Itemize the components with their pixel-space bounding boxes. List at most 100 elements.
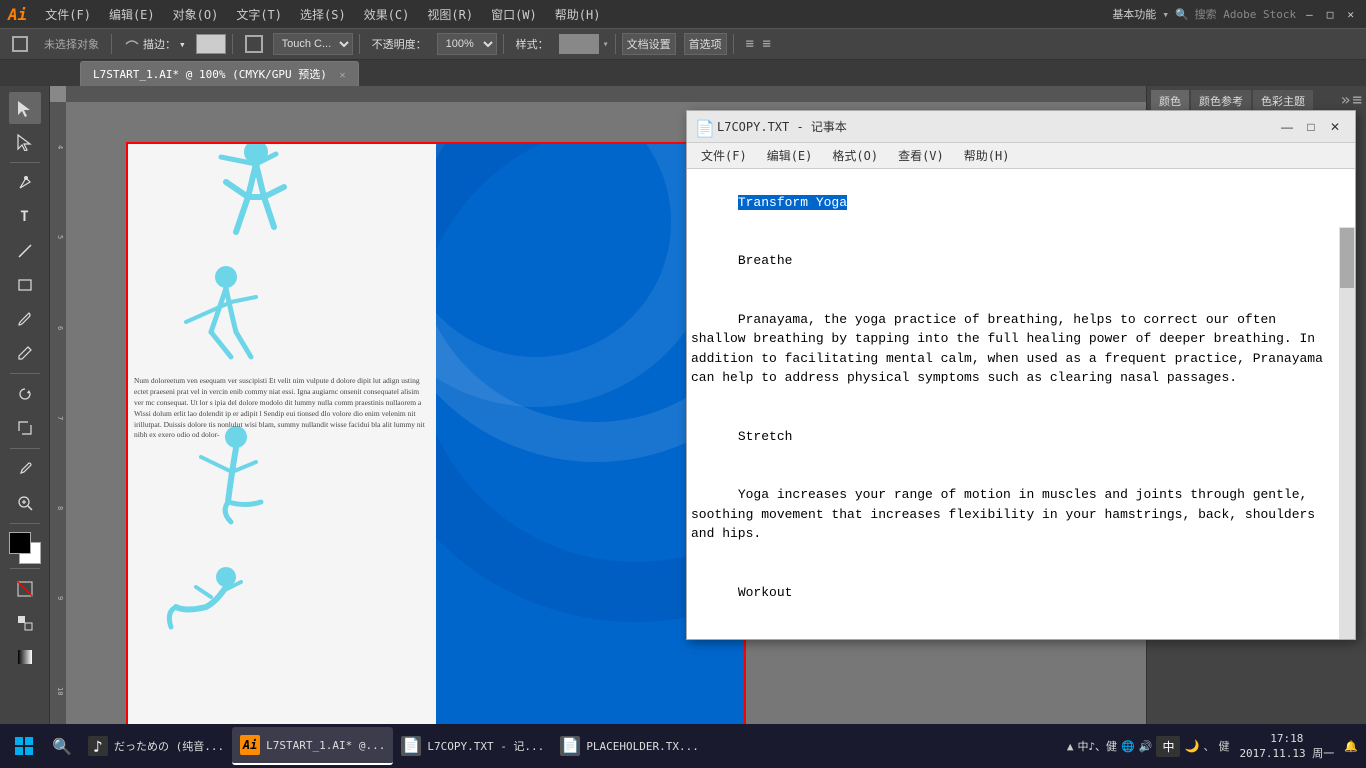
ruler-left-label: 4 [50,143,66,151]
minimize-icon[interactable]: — [1302,8,1317,21]
style-label: 样式： [510,34,555,54]
brush-tool[interactable] [9,303,41,335]
taskbar-app-notepad2[interactable]: 📄 PLACEHOLDER.TX... [552,727,707,765]
notepad-menu-view[interactable]: 查看(V) [888,145,954,166]
taskbar-app-music[interactable]: ♪ だっための (纯音... [80,727,232,765]
notepad-heading3: Workout [738,585,793,600]
notepad-menu-edit[interactable]: 编辑(E) [757,145,823,166]
selection-tool-indicator [6,34,34,54]
taskbar-app-notepad1[interactable]: 📄 L7COPY.TXT - 记... [393,727,552,765]
eyedropper-tool[interactable] [9,453,41,485]
close-icon[interactable]: ✕ [1343,8,1358,21]
pencil-icon [16,344,34,362]
rotate-icon [16,385,34,403]
taskbar-app-illustrator-label: L7START_1.AI* @... [266,739,385,752]
gradient-icon [16,648,34,666]
ruler-left-label6: 9 [50,594,66,602]
notepad2-app-icon: 📄 [560,736,580,756]
menu-icon[interactable]: ≡ [1352,90,1362,112]
stroke-style-indicator[interactable] [239,33,269,55]
notepad-close-btn[interactable]: ✕ [1323,115,1347,139]
search-icon[interactable]: 🔍 [1175,8,1189,21]
rotate-tool[interactable] [9,378,41,410]
line-tool[interactable] [9,235,41,267]
notepad-restore-btn[interactable]: □ [1299,115,1323,139]
fill-none-btn[interactable] [9,573,41,605]
color-tab[interactable]: 颜色 [1151,90,1189,112]
ruler-left-label4: 7 [50,414,66,422]
ruler-left-label7: 10 [50,685,66,697]
pencil-tool[interactable] [9,337,41,369]
touch-dropdown[interactable]: Touch C... [273,33,353,55]
tool-separator-5 [10,568,40,569]
start-button[interactable] [4,726,44,766]
type-tool[interactable]: T [9,201,41,233]
menu-effect[interactable]: 效果(C) [356,4,418,25]
workspace-dropdown-icon[interactable]: ▾ [1162,8,1169,21]
menu-text[interactable]: 文字(T) [228,4,290,25]
restore-icon[interactable]: □ [1323,8,1338,21]
color-swatches[interactable] [9,532,41,564]
windows-logo-icon [14,736,34,756]
tray-icons: 中♪、健 [1077,738,1117,754]
color-swatch[interactable] [196,34,226,54]
menu-view[interactable]: 视图(R) [419,4,481,25]
top-menubar: Ai 文件(F) 编辑(E) 对象(O) 文字(T) 选择(S) 效果(C) 视… [0,0,1366,28]
notepad-menu-format[interactable]: 格式(O) [822,145,888,166]
select-tool[interactable] [9,92,41,124]
opacity-dropdown[interactable]: 100% [437,33,497,55]
taskbar-app-illustrator[interactable]: Ai L7START_1.AI* @... [232,727,393,765]
notepad-scrollbar[interactable] [1339,227,1355,639]
search-placeholder[interactable]: 搜索 Adobe Stock [1195,6,1296,22]
menu-select[interactable]: 选择(S) [292,4,354,25]
health-icon: 健 [1218,738,1229,754]
scale-icon [16,419,34,437]
left-tools-panel: T [0,86,50,738]
notepad-menu-help[interactable]: 帮助(H) [954,145,1020,166]
color-theme-tab[interactable]: 色彩主题 [1253,90,1313,112]
notepad-content[interactable]: Transform Yoga Breathe Pranayama, the yo… [687,169,1355,639]
toolbar-separator-5 [615,34,616,54]
color-ref-tab[interactable]: 颜色参考 [1191,90,1251,112]
pen-tool[interactable] [9,167,41,199]
stroke-tool[interactable]: 描边： ▾ [118,34,192,54]
menu-window[interactable]: 窗口(W) [483,4,545,25]
fill-btn[interactable] [9,607,41,639]
style-dropdown-arrow[interactable]: ▾ [603,39,609,50]
menu-object[interactable]: 对象(O) [165,4,227,25]
style-swatch[interactable] [559,34,599,54]
menu-edit[interactable]: 编辑(E) [101,4,163,25]
extra-controls[interactable]: ≡ ≡ [740,34,777,54]
network-icon[interactable]: 🌐 [1121,740,1135,753]
menu-file[interactable]: 文件(F) [37,4,99,25]
show-hidden-icons[interactable]: ▲ [1067,740,1074,753]
taskbar-time[interactable]: 17:18 2017.11.13 周一 [1233,731,1340,762]
notepad-minimize-btn[interactable]: — [1275,115,1299,139]
notepad-scrollbar-thumb[interactable] [1340,228,1354,288]
ime-indicator[interactable]: 中 [1156,736,1180,757]
doc-settings-btn[interactable]: 文档设置 [622,33,676,55]
tab-close-btn[interactable]: ✕ [340,70,346,81]
preferences-btn[interactable]: 首选项 [684,33,727,55]
notepad-heading2: Stretch [738,429,793,444]
notification-icon[interactable]: 🔔 [1344,740,1358,753]
ruler-left-label2: 5 [50,233,66,241]
gradient-btn[interactable] [9,641,41,673]
volume-icon[interactable]: 🔊 [1139,740,1153,753]
workspace-label[interactable]: 基本功能 [1112,6,1156,22]
expand-icon[interactable]: » [1341,90,1351,112]
taskbar-app-notepad2-label: PLACEHOLDER.TX... [586,740,699,753]
zoom-tool[interactable] [9,487,41,519]
foreground-color-swatch[interactable] [9,532,31,554]
music-app-icon: ♪ [88,736,108,756]
document-tab[interactable]: L7START_1.AI* @ 100% (CMYK/GPU 预选) ✕ [80,61,359,86]
menu-help[interactable]: 帮助(H) [547,4,609,25]
notepad-menu-file[interactable]: 文件(F) [691,145,757,166]
notepad-paragraph2: Yoga increases your range of motion in m… [691,487,1323,541]
direct-select-tool[interactable] [9,126,41,158]
scale-tool[interactable] [9,412,41,444]
tool-separator-2 [10,373,40,374]
rect-tool[interactable] [9,269,41,301]
type-icon: T [20,209,28,225]
taskbar-search-btn[interactable]: 🔍 [44,728,80,764]
